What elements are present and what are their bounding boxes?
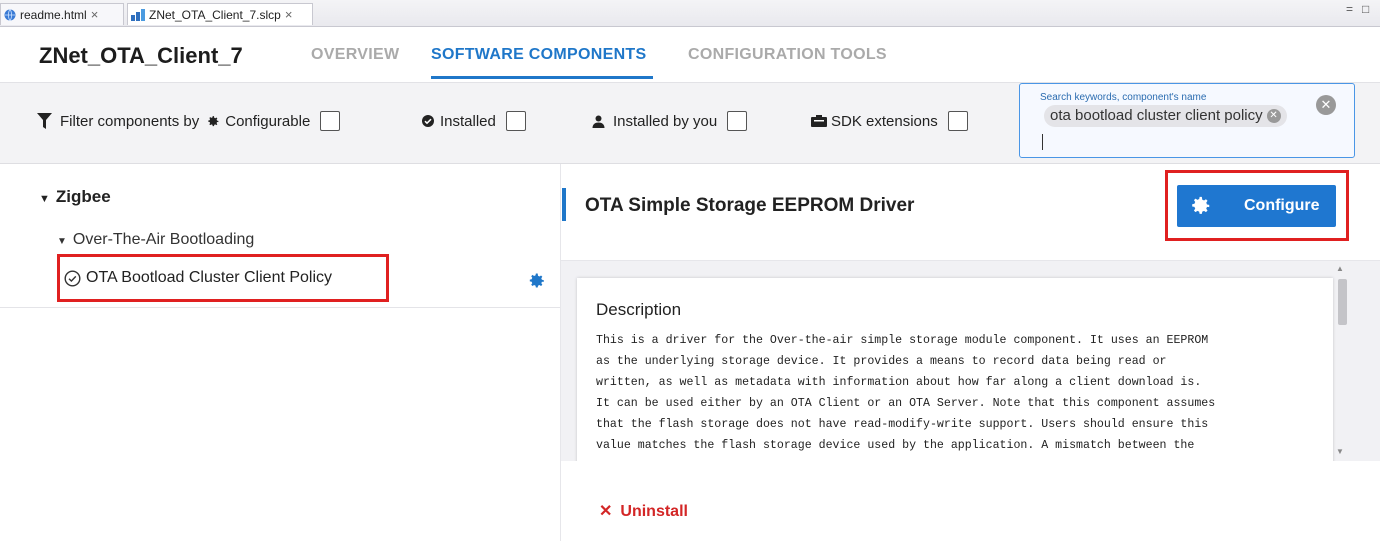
gear-icon[interactable] [528, 272, 546, 290]
tree-subcategory-ota[interactable]: ▼ Over-The-Air Bootloading [57, 231, 254, 249]
sdk-extensions-filter: SDK extensions [811, 111, 968, 131]
close-icon[interactable]: × [91, 4, 99, 26]
description-line: that the flash storage does not have rea… [596, 418, 1209, 431]
minimize-icon[interactable]: = [1346, 2, 1353, 16]
search-input[interactable]: Search keywords, component's name ota bo… [1019, 83, 1355, 158]
tree-item-ota-bootload-cluster-client-policy[interactable]: OTA Bootload Cluster Client Policy [57, 254, 389, 302]
tree-category-zigbee[interactable]: ▼ Zigbee [39, 187, 111, 207]
configurable-checkbox[interactable] [320, 111, 341, 131]
sdk-extensions-label: SDK extensions [831, 112, 938, 130]
description-line: It can be used either by an OTA Client o… [596, 397, 1216, 410]
filter-bar: Filter components by Configurable Instal… [0, 82, 1380, 165]
close-icon[interactable]: × [285, 4, 293, 26]
editor-tab-strip: readme.html × ZNet_OTA_Client_7.slcp × =… [0, 0, 1380, 27]
sdk-extension-icon [811, 115, 827, 127]
component-title: OTA Simple Storage EEPROM Driver [585, 195, 915, 216]
tab-readme[interactable]: readme.html × [0, 3, 124, 25]
description-area: Description This is a driver for the Ove… [561, 261, 1380, 478]
text-caret [1042, 134, 1043, 150]
caret-down-icon: ▼ [57, 236, 67, 247]
tree-item-label: OTA Bootload Cluster Client Policy [86, 269, 333, 286]
active-tab-indicator [431, 76, 653, 79]
scroll-up-icon[interactable]: ▲ [1336, 264, 1344, 273]
tree-divider [0, 307, 560, 308]
sdk-extensions-checkbox[interactable] [947, 111, 968, 131]
chip-remove-icon[interactable]: ✕ [1266, 109, 1281, 123]
tab-label: ZNet_OTA_Client_7.slcp [149, 7, 281, 22]
configure-button[interactable]: Configure [1177, 185, 1336, 227]
description-line: written, as well as metadata with inform… [596, 376, 1202, 389]
search-chip[interactable]: ota bootload cluster client policy ✕ [1044, 105, 1287, 127]
tab-label: readme.html [20, 7, 87, 22]
gear-icon [1192, 196, 1210, 214]
detail-footer: ✕ Uninstall [561, 461, 1380, 541]
check-circle-outline-icon [64, 269, 81, 287]
installed-checkbox[interactable] [505, 111, 526, 131]
detail-header: OTA Simple Storage EEPROM Driver Configu… [561, 164, 1380, 261]
description-card: Description This is a driver for the Ove… [577, 278, 1333, 478]
installed-by-you-filter: Installed by you [592, 111, 748, 131]
component-tree: ▼ Zigbee ▼ Over-The-Air Bootloading OTA Bo… [0, 164, 561, 541]
scrollbar-thumb[interactable] [1338, 279, 1347, 325]
search-placeholder: Search keywords, component's name [1040, 92, 1207, 103]
gear-icon [208, 115, 219, 126]
filter-label-group: Filter components by Configurable [37, 111, 341, 131]
tab-project[interactable]: ZNet_OTA_Client_7.slcp × [127, 3, 313, 25]
tree-subcategory-label: Over-The-Air Bootloading [72, 231, 255, 248]
scroll-down-icon[interactable]: ▼ [1336, 447, 1344, 456]
installed-by-you-checkbox[interactable] [727, 111, 748, 131]
check-circle-icon [422, 115, 434, 127]
caret-down-icon: ▼ [39, 193, 50, 205]
clear-search-icon[interactable]: ✕ [1316, 95, 1336, 115]
user-icon [592, 115, 605, 128]
tab-configuration-tools[interactable]: CONFIGURATION TOOLS [688, 46, 887, 64]
description-text: This is a driver for the Over-the-air si… [596, 330, 1316, 456]
close-icon: ✕ [599, 503, 613, 520]
uninstall-label: Uninstall [620, 503, 688, 520]
component-detail: OTA Simple Storage EEPROM Driver Configu… [561, 164, 1380, 541]
tab-overview[interactable]: OVERVIEW [311, 46, 399, 64]
filter-icon [37, 113, 52, 129]
project-icon [131, 8, 145, 21]
tab-software-components[interactable]: SOFTWARE COMPONENTS [431, 46, 646, 64]
description-line: This is a driver for the Over-the-air si… [596, 334, 1209, 347]
title-accent-bar [562, 188, 566, 221]
search-chip-label: ota bootload cluster client policy [1050, 107, 1263, 124]
description-line: as the underlying storage device. It pro… [596, 355, 1167, 368]
app-header: ZNet_OTA_Client_7 OVERVIEW SOFTWARE COMP… [0, 27, 1380, 81]
globe-icon [4, 8, 16, 21]
description-heading: Description [596, 300, 682, 319]
installed-filter: Installed [422, 111, 526, 131]
maximize-icon[interactable]: □ [1362, 2, 1369, 16]
installed-by-you-label: Installed by you [613, 112, 718, 130]
description-line: value matches the flash storage device u… [596, 439, 1195, 452]
configurable-label: Configurable [225, 112, 311, 130]
uninstall-button[interactable]: ✕ Uninstall [599, 501, 688, 521]
page-title: ZNet_OTA_Client_7 [39, 43, 243, 68]
configure-label: Configure [1244, 197, 1320, 214]
filter-label: Filter components by [60, 112, 200, 130]
tree-category-label: Zigbee [55, 187, 111, 206]
installed-label: Installed [440, 112, 496, 130]
